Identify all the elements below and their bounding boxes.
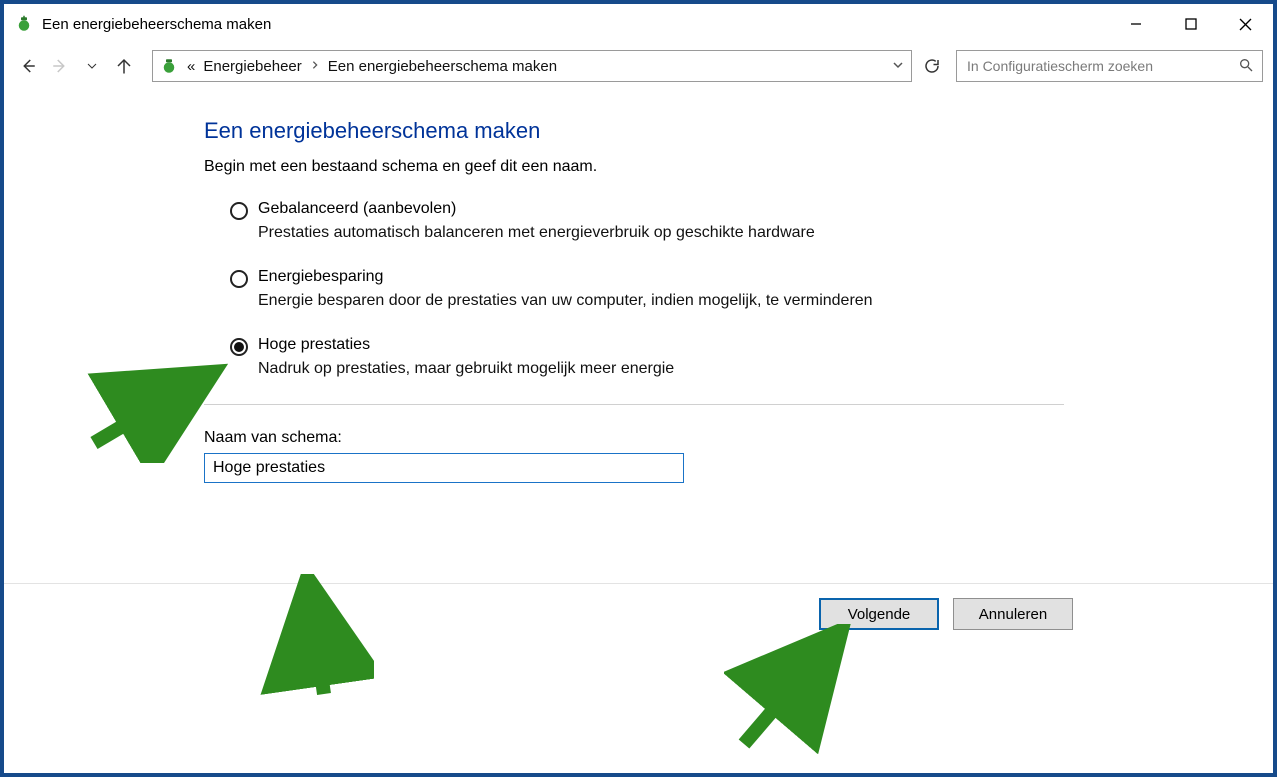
- cancel-button[interactable]: Annuleren: [953, 598, 1073, 630]
- app-icon: [14, 14, 34, 34]
- page-title: Een energiebeheerschema maken: [204, 118, 1213, 144]
- next-button[interactable]: Volgende: [819, 598, 939, 630]
- maximize-button[interactable]: [1163, 4, 1218, 44]
- search-icon[interactable]: [1238, 57, 1254, 76]
- address-dropdown-icon[interactable]: [889, 59, 907, 74]
- radio-balanced[interactable]: [230, 202, 248, 220]
- breadcrumb-item-0[interactable]: Energiebeheer: [203, 58, 301, 75]
- plan-name-label: Naam van schema:: [204, 429, 1213, 447]
- option-label: Gebalanceerd (aanbevolen): [258, 200, 815, 218]
- address-icon: [159, 56, 179, 76]
- annotation-arrow-icon: [254, 574, 374, 704]
- plan-option-balanced[interactable]: Gebalanceerd (aanbevolen) Prestaties aut…: [204, 200, 1213, 242]
- search-input[interactable]: [965, 57, 1238, 75]
- divider: [204, 404, 1064, 405]
- option-description: Nadruk op prestaties, maar gebruikt moge…: [258, 360, 674, 378]
- option-description: Energie besparen door de prestaties van …: [258, 292, 873, 310]
- close-button[interactable]: [1218, 4, 1273, 44]
- search-box[interactable]: [956, 50, 1263, 82]
- plan-option-powersaver[interactable]: Energiebesparing Energie besparen door d…: [204, 268, 1213, 310]
- option-label: Hoge prestaties: [258, 336, 674, 354]
- up-button[interactable]: [110, 52, 138, 80]
- radio-powersaver[interactable]: [230, 270, 248, 288]
- content-area: Een energiebeheerschema maken Begin met …: [4, 88, 1273, 583]
- window-controls: [1108, 4, 1273, 44]
- annotation-arrow-icon: [84, 363, 234, 463]
- page-subtitle: Begin met een bestaand schema en geef di…: [204, 158, 1213, 176]
- navigation-bar: « Energiebeheer Een energiebeheerschema …: [4, 44, 1273, 88]
- window-title: Een energiebeheerschema maken: [42, 16, 271, 33]
- annotation-arrow-icon: [724, 624, 864, 754]
- option-label: Energiebesparing: [258, 268, 873, 286]
- plan-option-highperf[interactable]: Hoge prestaties Nadruk op prestaties, ma…: [204, 336, 1213, 378]
- back-button[interactable]: [14, 52, 42, 80]
- chevron-right-icon: [310, 59, 320, 73]
- window-frame: Een energiebeheerschema maken: [0, 0, 1277, 777]
- plan-name-input[interactable]: [204, 453, 684, 483]
- footer-bar: Volgende Annuleren: [4, 583, 1273, 773]
- minimize-button[interactable]: [1108, 4, 1163, 44]
- radio-highperf[interactable]: [230, 338, 248, 356]
- forward-button[interactable]: [46, 52, 74, 80]
- recent-locations-button[interactable]: [78, 52, 106, 80]
- refresh-button[interactable]: [916, 50, 948, 82]
- breadcrumb-prefix: «: [187, 58, 195, 75]
- breadcrumb-item-1[interactable]: Een energiebeheerschema maken: [328, 58, 557, 75]
- titlebar: Een energiebeheerschema maken: [4, 4, 1273, 44]
- option-description: Prestaties automatisch balanceren met en…: [258, 224, 815, 242]
- address-bar[interactable]: « Energiebeheer Een energiebeheerschema …: [152, 50, 912, 82]
